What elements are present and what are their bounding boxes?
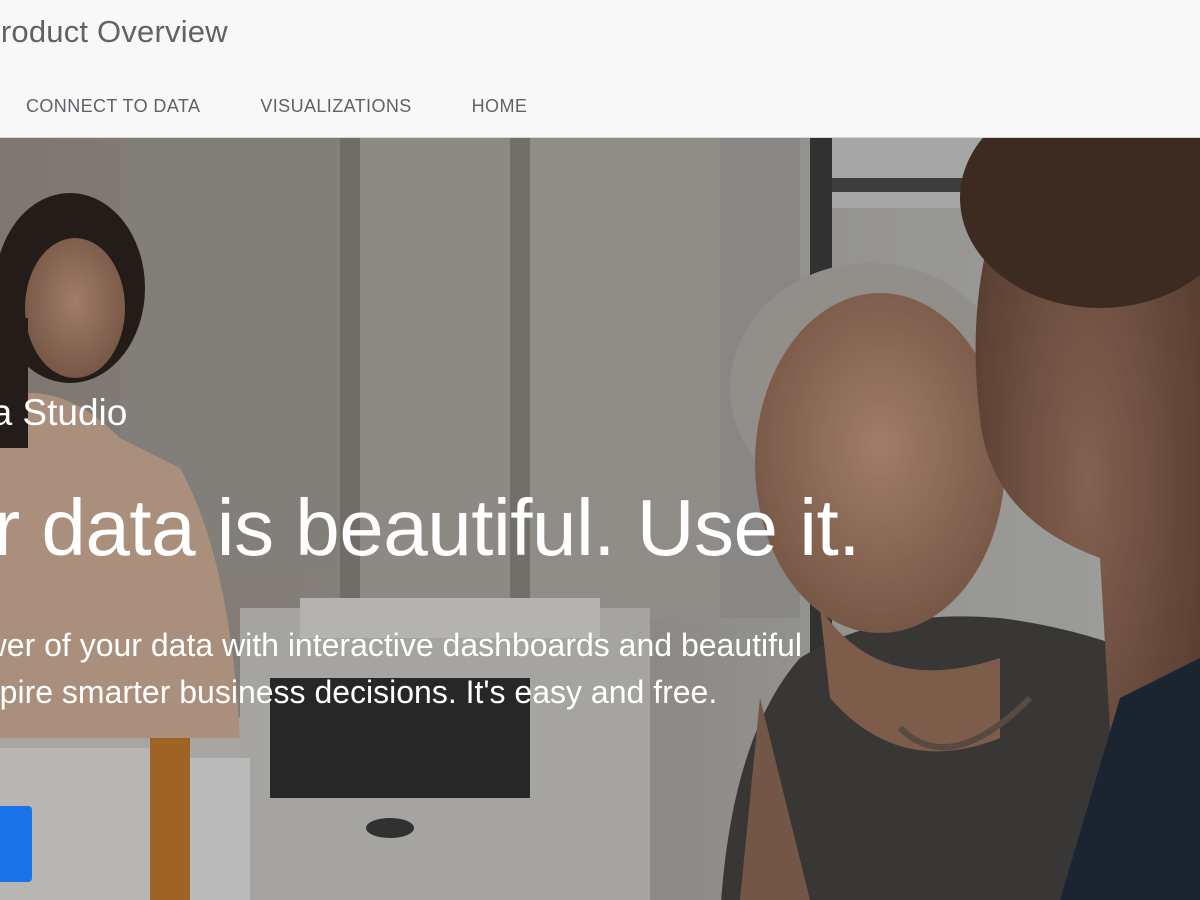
nav-visualizations[interactable]: VISUALIZATIONS xyxy=(260,94,411,118)
site-header: Product Overview CONNECT TO DATA VISUALI… xyxy=(0,0,1200,138)
hero-subtext-line-1: Unlock the power of your data with inter… xyxy=(0,627,802,663)
hero-headline: Your data is beautiful. Use it. xyxy=(0,483,860,572)
hero-eyebrow: Data Studio xyxy=(0,392,128,433)
get-started-button[interactable] xyxy=(0,806,32,882)
top-nav: CONNECT TO DATA VISUALIZATIONS HOME xyxy=(26,94,587,118)
nav-connect-to-data[interactable]: CONNECT TO DATA xyxy=(26,94,200,118)
page-title: Product Overview xyxy=(0,14,228,49)
nav-home[interactable]: HOME xyxy=(472,94,528,118)
hero-banner: Data Studio Your data is beautiful. Use … xyxy=(0,138,1200,900)
hero-subtext: Unlock the power of your data with inter… xyxy=(0,622,802,716)
hero-subtext-line-2: reports that inspire smarter business de… xyxy=(0,674,718,710)
